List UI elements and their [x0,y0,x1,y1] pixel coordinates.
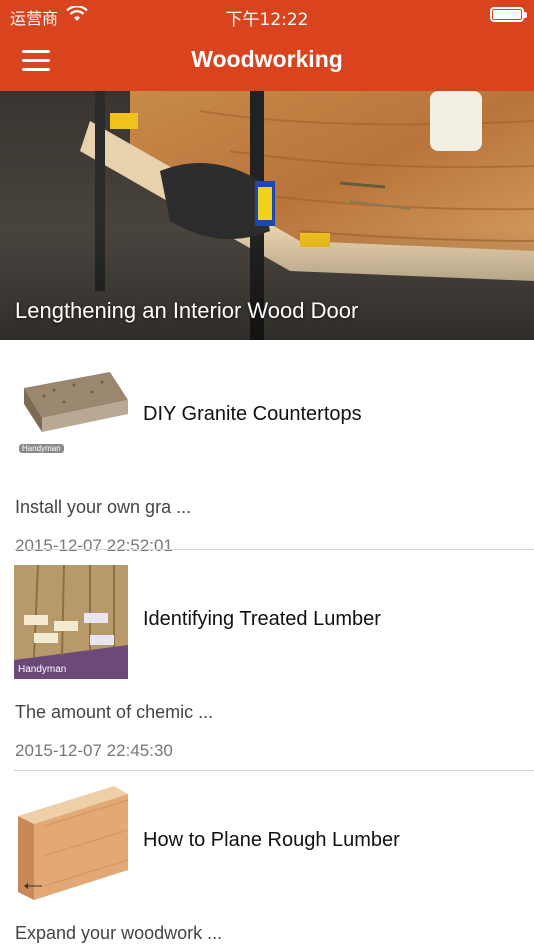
article-date: 2015-12-07 22:45:30 [15,741,173,760]
article-list-item[interactable]: Handyman DIY Granite Countertops Install… [0,360,534,555]
page-title: Woodworking [191,46,343,72]
article-description: Expand your woodwork ... [15,923,223,943]
thumbnail-caption: Handyman [18,664,67,675]
status-bar: 运营商 下午12:22 [0,0,534,30]
article-description: The amount of chemic ... [15,702,214,722]
divider [14,549,534,550]
battery-icon [490,7,527,22]
divider [14,770,534,771]
article-title: How to Plane Rough Lumber [143,829,400,851]
top-bar: 运营商 下午12:22 Woodworking [0,0,534,91]
article-list-item[interactable]: How to Plane Rough Lumber Expand your wo… [0,786,534,950]
article-thumbnail: Handyman [14,360,128,474]
article-date: 2015-12-07 22:52:01 [15,536,173,555]
battery-fill [493,10,521,19]
hero-article[interactable]: Lengthening an Interior Wood Door [0,91,534,340]
hero-title: Lengthening an Interior Wood Door [15,298,359,323]
article-thumbnail [14,786,128,900]
article-list-item[interactable]: Handyman Identifying Treated Lumber The … [0,565,534,760]
article-title: DIY Granite Countertops [143,403,362,425]
article-title: Identifying Treated Lumber [143,608,381,630]
thumbnail-caption: Handyman [19,444,64,453]
article-thumbnail: Handyman [14,565,128,679]
status-time: 下午12:22 [225,10,309,30]
article-description: Install your own gra ... [15,497,192,517]
